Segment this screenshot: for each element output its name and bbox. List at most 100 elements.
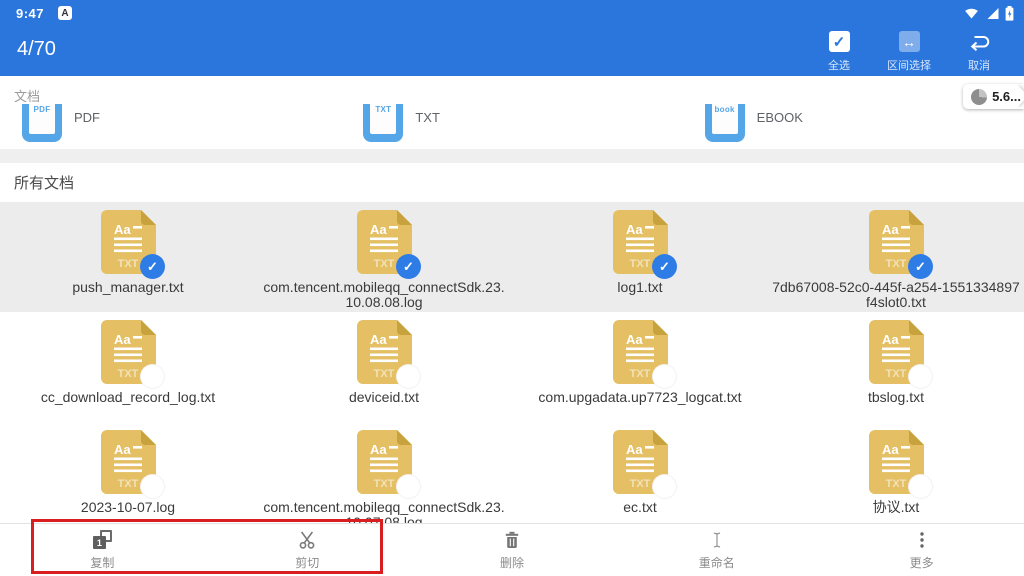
file-item[interactable]: Aa TXT cc_download_record_log.txt [0,312,256,422]
selection-check-circle[interactable] [140,364,165,389]
cancel-label: 取消 [968,57,990,73]
status-bar: 9:47 A [0,0,1024,26]
svg-text:Aa: Aa [114,222,131,237]
cut-scissors-icon [297,530,317,550]
category-txt[interactable]: TXT TXT [341,104,682,149]
txt-document-icon: Aa TXT [612,320,668,384]
file-item[interactable]: Aa TXT ✓ push_manager.txt [0,202,256,312]
wifi-icon [963,6,980,20]
documents-category-section: 文档 PDF PDF TXT TXT book EBOOK [0,76,1024,149]
txt-document-icon: Aa TXT [100,430,156,494]
rename-label: 重命名 [699,554,735,571]
svg-text:TXT: TXT [374,478,395,490]
category-pdf[interactable]: PDF PDF [0,104,341,149]
svg-text:TXT: TXT [630,258,651,270]
cut-label: 剪切 [295,554,319,571]
cut-button[interactable]: 剪切 [205,524,410,576]
svg-text:TXT: TXT [374,368,395,380]
svg-text:Aa: Aa [626,222,643,237]
category-row: PDF PDF TXT TXT book EBOOK [0,104,1024,149]
selection-check-circle[interactable]: ✓ [140,254,165,279]
svg-text:TXT: TXT [630,368,651,380]
copy-button[interactable]: 1 复制 [0,524,205,576]
file-name: cc_download_record_log.txt [37,390,219,405]
range-select-icon: ↔ [899,31,920,52]
select-all-checkbox-icon: ✓ [829,31,850,52]
range-select-button[interactable]: ↔ 区间选择 [874,30,944,73]
rename-ibeam-icon [707,530,727,550]
file-item[interactable]: Aa TXT com.upgadata.up7723_logcat.txt [512,312,768,422]
section-title-all-docs: 所有文档 [14,172,74,193]
file-item[interactable]: Aa TXT com.tencent.mobileqq_connectSdk.2… [256,422,512,532]
file-name: log1.txt [613,280,666,295]
file-item[interactable]: Aa TXT ✓ 7db67008-52c0-445f-a254-1551334… [768,202,1024,312]
txt-document-icon: Aa TXT ✓ [612,210,668,274]
category-pdf-label: PDF [74,110,100,125]
file-item[interactable]: Aa TXT ec.txt [512,422,768,532]
svg-text:Aa: Aa [114,332,131,347]
delete-trash-icon [502,530,522,550]
file-grid-row: Aa TXT 2023-10-07.log Aa [0,422,1024,532]
txt-document-icon: Aa TXT [868,430,924,494]
storage-usage-badge[interactable]: 5.6... [963,84,1024,109]
file-grid-row: Aa TXT cc_download_record_log.txt Aa [0,312,1024,422]
delete-button[interactable]: 删除 [410,524,615,576]
file-item[interactable]: Aa TXT 2023-10-07.log [0,422,256,532]
section-separator [0,149,1024,163]
selection-check-circle[interactable] [396,364,421,389]
svg-text:Aa: Aa [626,442,643,457]
ebook-file-icon: book [705,104,745,149]
more-button[interactable]: 更多 [819,524,1024,576]
selection-check-circle[interactable] [652,364,677,389]
signal-icon [985,6,1000,20]
svg-text:TXT: TXT [886,258,907,270]
svg-text:Aa: Aa [370,442,387,457]
selection-count: 4/70 [17,38,56,61]
rename-button[interactable]: 重命名 [614,524,819,576]
selection-check-circle[interactable]: ✓ [652,254,677,279]
section-title-documents: 文档 [14,86,1024,105]
notification-app-icon: A [58,6,72,20]
file-item[interactable]: Aa TXT 协议.txt [768,422,1024,532]
selection-check-circle[interactable] [396,474,421,499]
category-ebook[interactable]: book EBOOK [683,104,1024,149]
svg-text:Aa: Aa [370,222,387,237]
cancel-button[interactable]: 取消 [944,30,1014,73]
svg-text:Aa: Aa [882,442,899,457]
selection-check-circle[interactable] [908,364,933,389]
file-name: com.upgadata.up7723_logcat.txt [534,390,745,405]
category-txt-label: TXT [415,110,440,125]
svg-text:TXT: TXT [886,368,907,380]
selection-check-circle[interactable] [652,474,677,499]
svg-text:Aa: Aa [882,332,899,347]
bottom-toolbar: 1 复制 剪切 [0,523,1024,576]
file-item[interactable]: Aa TXT ✓ log1.txt [512,202,768,312]
select-all-button[interactable]: ✓ 全选 [804,30,874,73]
svg-text:TXT: TXT [118,258,139,270]
txt-document-icon: Aa TXT [612,430,668,494]
select-all-label: 全选 [828,57,850,73]
delete-label: 删除 [500,554,524,571]
file-name: ec.txt [619,500,660,515]
file-grid: Aa TXT ✓ push_manager.txt Aa [0,202,1024,532]
file-item[interactable]: Aa TXT tbslog.txt [768,312,1024,422]
selection-header: 4/70 ✓ 全选 ↔ 区间选择 取消 [0,26,1024,76]
file-item[interactable]: Aa TXT deviceid.txt [256,312,512,422]
file-manager-screen: 9:47 A 4/70 ✓ 全选 ↔ 区间选择 [0,0,1024,576]
txt-document-icon: Aa TXT [100,320,156,384]
copy-icon: 1 [93,530,112,549]
selection-check-circle[interactable]: ✓ [908,254,933,279]
svg-text:Aa: Aa [626,332,643,347]
storage-usage-value: 5.6... [992,89,1021,104]
file-name: 协议.txt [869,500,924,515]
txt-document-icon: Aa TXT [868,320,924,384]
selection-check-circle[interactable]: ✓ [396,254,421,279]
selection-check-circle[interactable] [140,474,165,499]
file-item[interactable]: Aa TXT ✓ com.tencent.mobileqq_connectSdk… [256,202,512,312]
pdf-file-icon: PDF [22,104,62,149]
selection-check-circle[interactable] [908,474,933,499]
svg-text:Aa: Aa [114,442,131,457]
file-name: deviceid.txt [345,390,423,405]
txt-document-icon: Aa TXT [356,320,412,384]
txt-file-icon: TXT [363,104,403,149]
